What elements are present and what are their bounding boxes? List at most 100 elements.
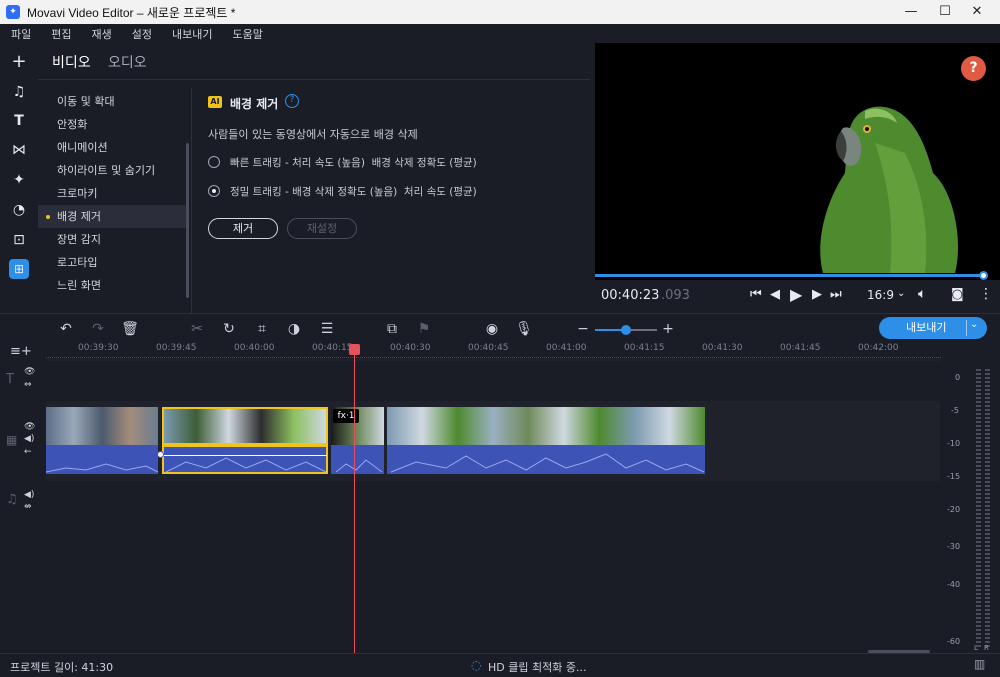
left-toolbar: + ♫ T ⋈ ✦ ◔ ⊡ ⊞ <box>0 43 38 313</box>
transitions-icon[interactable]: ⋈ <box>9 140 29 160</box>
category-item-selected[interactable]: 배경 제거 <box>38 205 188 228</box>
precise-tracking-label: 정밀 트래킹 - 배경 삭제 정확도 (높음) 처리 속도 (평균) <box>230 186 477 198</box>
current-time: 00:40:23 <box>601 288 660 303</box>
playhead-handle[interactable] <box>349 344 360 355</box>
zoom-out-icon[interactable]: − <box>574 320 592 338</box>
help-button[interactable]: ? <box>961 56 986 81</box>
help-icon[interactable]: ? <box>285 94 299 108</box>
speaker-icon[interactable]: ◀) <box>24 490 34 500</box>
remove-button[interactable]: 제거 <box>208 218 278 239</box>
timeline-ruler[interactable]: 00:39:30 00:39:45 00:40:00 00:40:15 00:4… <box>46 341 941 359</box>
category-item[interactable]: 장면 감지 <box>38 228 188 251</box>
frame-forward-icon[interactable]: ▶ <box>812 287 822 302</box>
optimizing-status: HD 클립 최적화 중... <box>488 661 587 674</box>
clip-properties-icon[interactable]: ☰ <box>318 320 336 338</box>
video-clip[interactable] <box>46 407 158 445</box>
category-scrollbar[interactable] <box>186 143 189 298</box>
meter-label: -5 <box>951 406 959 415</box>
timeline-tracks: T 👁︎ ⇔ ▦ 👁︎ ◀) ← ♫ ◀) ⇎ <box>0 359 940 653</box>
store-icon[interactable]: ⊡ <box>9 230 29 250</box>
title-track-icon: T <box>6 372 14 387</box>
skip-start-icon[interactable]: ⏮ <box>750 287 762 302</box>
meter-toggle-icon[interactable]: ▥ <box>974 657 985 671</box>
menu-export[interactable]: 내보내기 <box>161 24 221 42</box>
precise-tracking-radio[interactable] <box>208 185 220 197</box>
category-item[interactable]: 느린 화면 <box>38 274 188 297</box>
color-adjust-icon[interactable]: ◑ <box>285 320 303 338</box>
export-chevron-icon[interactable]: ⌄ <box>970 319 978 330</box>
chevron-down-icon[interactable]: ⌄ <box>897 288 905 299</box>
snapshot-icon[interactable]: ◙ <box>951 287 964 302</box>
eye-icon[interactable]: 👁︎ <box>24 367 35 377</box>
menu-help[interactable]: 도움말 <box>221 24 271 42</box>
ruler-label: 00:41:45 <box>780 343 821 353</box>
delete-icon[interactable]: 🗑︎ <box>121 320 139 338</box>
category-item[interactable]: 로고타입 <box>38 251 188 274</box>
overlay-icon[interactable]: ⧉ <box>383 320 401 338</box>
volume-icon[interactable]: 🔈︎ <box>918 286 926 302</box>
ruler-label: 00:41:00 <box>546 343 587 353</box>
ruler-label: 00:41:30 <box>702 343 743 353</box>
category-item[interactable]: 애니메이션 <box>38 136 188 159</box>
menu-file[interactable]: 파일 <box>0 24 40 42</box>
ruler-label: 00:40:30 <box>390 343 431 353</box>
category-item[interactable]: 안정화 <box>38 113 188 136</box>
zoom-slider-handle[interactable] <box>621 325 631 335</box>
microphone-icon[interactable]: 🎙︎ <box>515 320 533 338</box>
video-clip[interactable] <box>387 407 705 445</box>
tab-video[interactable]: 비디오 <box>52 52 91 72</box>
menu-settings[interactable]: 설정 <box>121 24 161 42</box>
title-bar: ✦ Movavi Video Editor – 새로운 프로젝트 * — ☐ ✕ <box>0 0 1000 24</box>
preview-progress-handle[interactable] <box>979 271 988 280</box>
preview-progress-bar[interactable] <box>595 274 985 277</box>
music-track <box>46 481 940 653</box>
arrow-left-icon[interactable]: ← <box>24 447 32 457</box>
rotate-icon[interactable]: ↻ <box>220 320 238 338</box>
cut-icon[interactable]: ✂ <box>188 320 206 338</box>
zoom-in-icon[interactable]: + <box>659 320 677 338</box>
fast-tracking-label: 빠른 트래킹 - 처리 속도 (높음) 배경 삭제 정확도 (평균) <box>230 157 477 169</box>
skip-end-icon[interactable]: ⏭ <box>830 287 842 302</box>
crop-icon[interactable]: ⌗ <box>253 320 271 338</box>
play-icon[interactable]: ▶ <box>790 285 802 304</box>
tool-panel: 비디오 오디오 이동 및 확대 안정화 애니메이션 하이라이트 및 숨기기 크로… <box>38 43 594 313</box>
playhead-line[interactable] <box>354 350 355 653</box>
reset-button[interactable]: 재설정 <box>287 218 357 239</box>
category-item[interactable]: 이동 및 확대 <box>38 90 188 113</box>
add-files-icon[interactable]: + <box>9 52 29 72</box>
redo-icon[interactable]: ↷ <box>89 320 107 338</box>
title-track <box>46 361 940 401</box>
category-list: 이동 및 확대 안정화 애니메이션 하이라이트 및 숨기기 크로마키 배경 제거… <box>38 88 189 313</box>
ruler-label: 00:42:00 <box>858 343 899 353</box>
menu-edit[interactable]: 편집 <box>40 24 80 42</box>
export-label: 내보내기 <box>906 321 947 334</box>
preview-player[interactable]: ? <box>595 43 1000 313</box>
menu-playback[interactable]: 재생 <box>81 24 121 42</box>
fast-tracking-radio[interactable] <box>208 156 220 168</box>
marker-icon[interactable]: ⚑ <box>415 320 433 338</box>
frame-back-icon[interactable]: ◀ <box>770 287 780 302</box>
tab-audio[interactable]: 오디오 <box>108 52 147 72</box>
link-icon[interactable]: ⇔ <box>24 380 32 390</box>
titles-icon[interactable]: T <box>9 111 29 131</box>
stickers-icon[interactable]: ◔ <box>9 200 29 220</box>
more-tools-icon[interactable]: ⊞ <box>9 259 29 279</box>
speaker-icon[interactable]: ◀) <box>24 434 34 444</box>
more-options-icon[interactable]: ⋮ <box>979 286 993 302</box>
divider <box>966 320 967 336</box>
category-item[interactable]: 하이라이트 및 숨기기 <box>38 159 188 182</box>
close-button[interactable]: ✕ <box>954 0 1000 24</box>
webcam-icon[interactable]: ◉ <box>483 320 501 338</box>
video-clip-selected[interactable] <box>162 407 328 445</box>
music-icon[interactable]: ♫ <box>9 82 29 102</box>
category-item[interactable]: 크로마키 <box>38 182 188 205</box>
eye-icon[interactable]: 👁︎ <box>24 422 35 432</box>
divider <box>38 79 590 80</box>
options-area: AI 배경 제거 ? 사람들이 있는 동영상에서 자동으로 배경 삭제 빠른 트… <box>191 88 591 313</box>
fx-badge[interactable]: fx·1 <box>333 409 359 423</box>
add-track-icon[interactable]: ≡+ <box>10 344 32 359</box>
aspect-ratio-select[interactable]: 16:9 <box>867 288 894 302</box>
filters-icon[interactable]: ✦ <box>9 170 29 190</box>
undo-icon[interactable]: ↶ <box>57 320 75 338</box>
unlink-icon[interactable]: ⇎ <box>24 502 32 512</box>
